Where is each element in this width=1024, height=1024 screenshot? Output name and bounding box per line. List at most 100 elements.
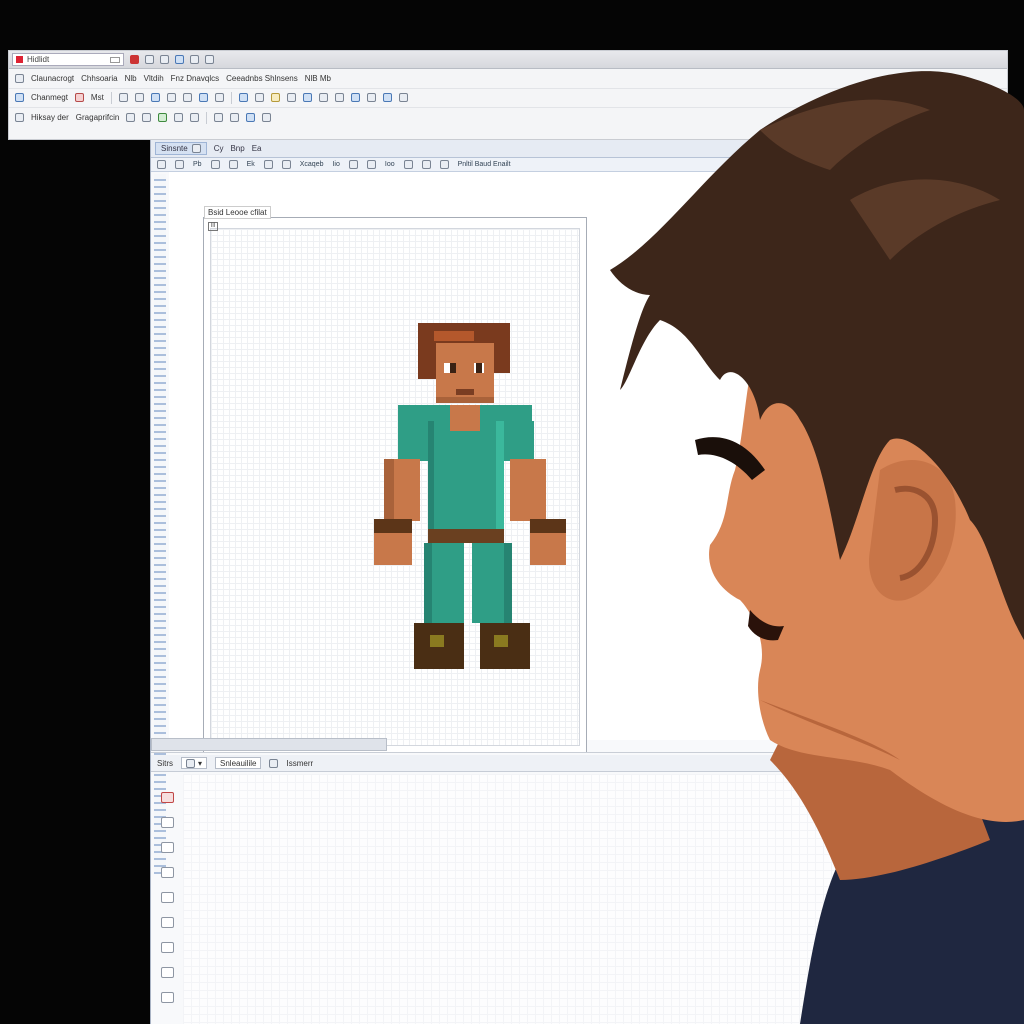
link-icon[interactable] [161,917,174,928]
lower-tab-label[interactable]: Issmerr [286,759,313,768]
horizontal-scrollbar[interactable] [151,738,387,751]
tool-icon[interactable] [182,93,192,102]
pixel-canvas[interactable]: lll [203,217,587,753]
menu-item[interactable]: NlB Mb [305,74,331,83]
menu-item[interactable]: Vltdih [144,74,164,83]
tool-icon[interactable] [302,93,312,102]
tool-icon[interactable] [281,160,291,169]
tool-icon[interactable] [214,113,224,122]
tool-icon[interactable] [134,93,144,102]
tool-icon[interactable] [348,160,358,169]
toolbar-label[interactable]: Chanmegt [31,93,68,102]
lower-tab[interactable]: Snleauilile [215,757,262,769]
tool-label[interactable]: Ek [247,161,255,168]
quick-access [130,55,214,64]
image-icon[interactable] [161,792,174,803]
separator [230,91,232,104]
tool-icon[interactable] [166,93,176,102]
tool-icon[interactable] [421,160,431,169]
tool-icon[interactable] [174,113,184,122]
menu-item[interactable]: Nlb [125,74,137,83]
edit-icon[interactable] [161,817,174,828]
document-tab[interactable]: Hidlidt [12,53,124,66]
tool-label[interactable]: Ioo [385,161,395,168]
tool-icon[interactable] [126,113,136,122]
tool-icon[interactable] [118,93,128,102]
tool-icon[interactable] [230,113,240,122]
print-icon[interactable] [190,55,199,64]
tool-icon[interactable] [318,93,328,102]
redo-icon[interactable] [160,55,169,64]
document-icon[interactable] [161,892,174,903]
bookmark-icon[interactable] [161,967,174,978]
ribbon-window: Hidlidt Claunacrogt Chhsoaria Nlb Vltdih… [8,50,1008,140]
tool-icon[interactable] [175,160,184,169]
open-icon[interactable] [205,55,214,64]
tool-icon[interactable] [228,160,238,169]
settings-icon[interactable] [269,758,279,768]
tool-icon[interactable] [286,93,296,102]
undo-icon[interactable] [145,55,154,64]
page-marker: lll [208,222,218,231]
toolbar-label[interactable]: Bnp [230,144,244,153]
tool-icon[interactable] [214,93,224,102]
save-icon[interactable] [175,55,184,64]
lower-side-toolbar [161,792,177,1003]
separator [206,111,208,124]
tool-icon[interactable] [150,93,160,102]
tool-icon[interactable] [198,93,208,102]
layers-icon[interactable] [161,867,174,878]
lower-label: Sitrs [157,758,173,768]
tool-icon[interactable] [403,160,413,169]
layer-icon[interactable] [15,113,24,122]
copy-icon[interactable] [161,842,174,853]
color-icon[interactable] [74,93,84,102]
toolbar-label[interactable]: Hiksay der [31,113,69,122]
tool-icon[interactable] [254,93,264,102]
tool-icon[interactable] [398,93,408,102]
filter-icon [186,758,195,768]
format-icon[interactable] [15,93,24,102]
toolbar-label[interactable]: Cy [214,144,224,153]
text-icon[interactable] [161,942,174,953]
tool-icon[interactable] [142,113,152,122]
ribbon-tools-row: Hiksay der Gragaprifcin [9,108,1007,127]
tool-icon[interactable] [190,113,200,122]
document-icon [16,56,23,63]
editor-tab[interactable]: Sinsnte [155,142,207,155]
tool-label[interactable]: Pb [193,161,202,168]
menu-icon[interactable] [15,74,24,83]
tool-icon[interactable] [382,93,392,102]
filter-dropdown[interactable]: ▾ [181,757,208,769]
tool-icon[interactable] [263,160,273,169]
tool-label[interactable]: Iio [332,161,339,168]
tool-icon[interactable] [270,93,280,102]
menu-item[interactable]: Chhsoaria [81,74,117,83]
menu-item[interactable]: Fnz Dnavqlcs [171,74,219,83]
export-icon[interactable] [161,992,174,1003]
menu-item[interactable]: Claunacrogt [31,74,74,83]
editor-toolbar: Sinsnte Cy Bnp Ea [151,140,1024,158]
pixel-character [374,323,566,669]
tool-icon[interactable] [350,93,360,102]
toolbar-label[interactable]: Mst [91,93,104,102]
tool-icon[interactable] [246,113,256,122]
toolbar-label[interactable]: Ea [252,144,262,153]
tool-icon[interactable] [366,160,376,169]
canvas-area[interactable]: lll Bsid Leooe cfilat [169,172,1024,753]
lower-tab-label: Snleauilile [220,758,257,768]
zoom-icon[interactable] [238,93,248,102]
lower-panel[interactable] [183,774,1024,1024]
panel-label[interactable]: Pnltil Baud Enailt [458,161,511,168]
tool-icon[interactable] [210,160,220,169]
tool-icon[interactable] [158,113,168,122]
tool-label[interactable]: Xcaqeb [300,161,324,168]
tool-icon[interactable] [262,113,272,122]
tool-icon[interactable] [334,93,344,102]
tool-icon[interactable] [157,160,166,169]
minimize-icon[interactable] [110,56,120,63]
toolbar-label[interactable]: Gragaprifcin [76,113,120,122]
menu-item[interactable]: Ceeadnbs Shlnsens [226,74,298,83]
tool-icon[interactable] [366,93,376,102]
tool-icon[interactable] [439,160,449,169]
